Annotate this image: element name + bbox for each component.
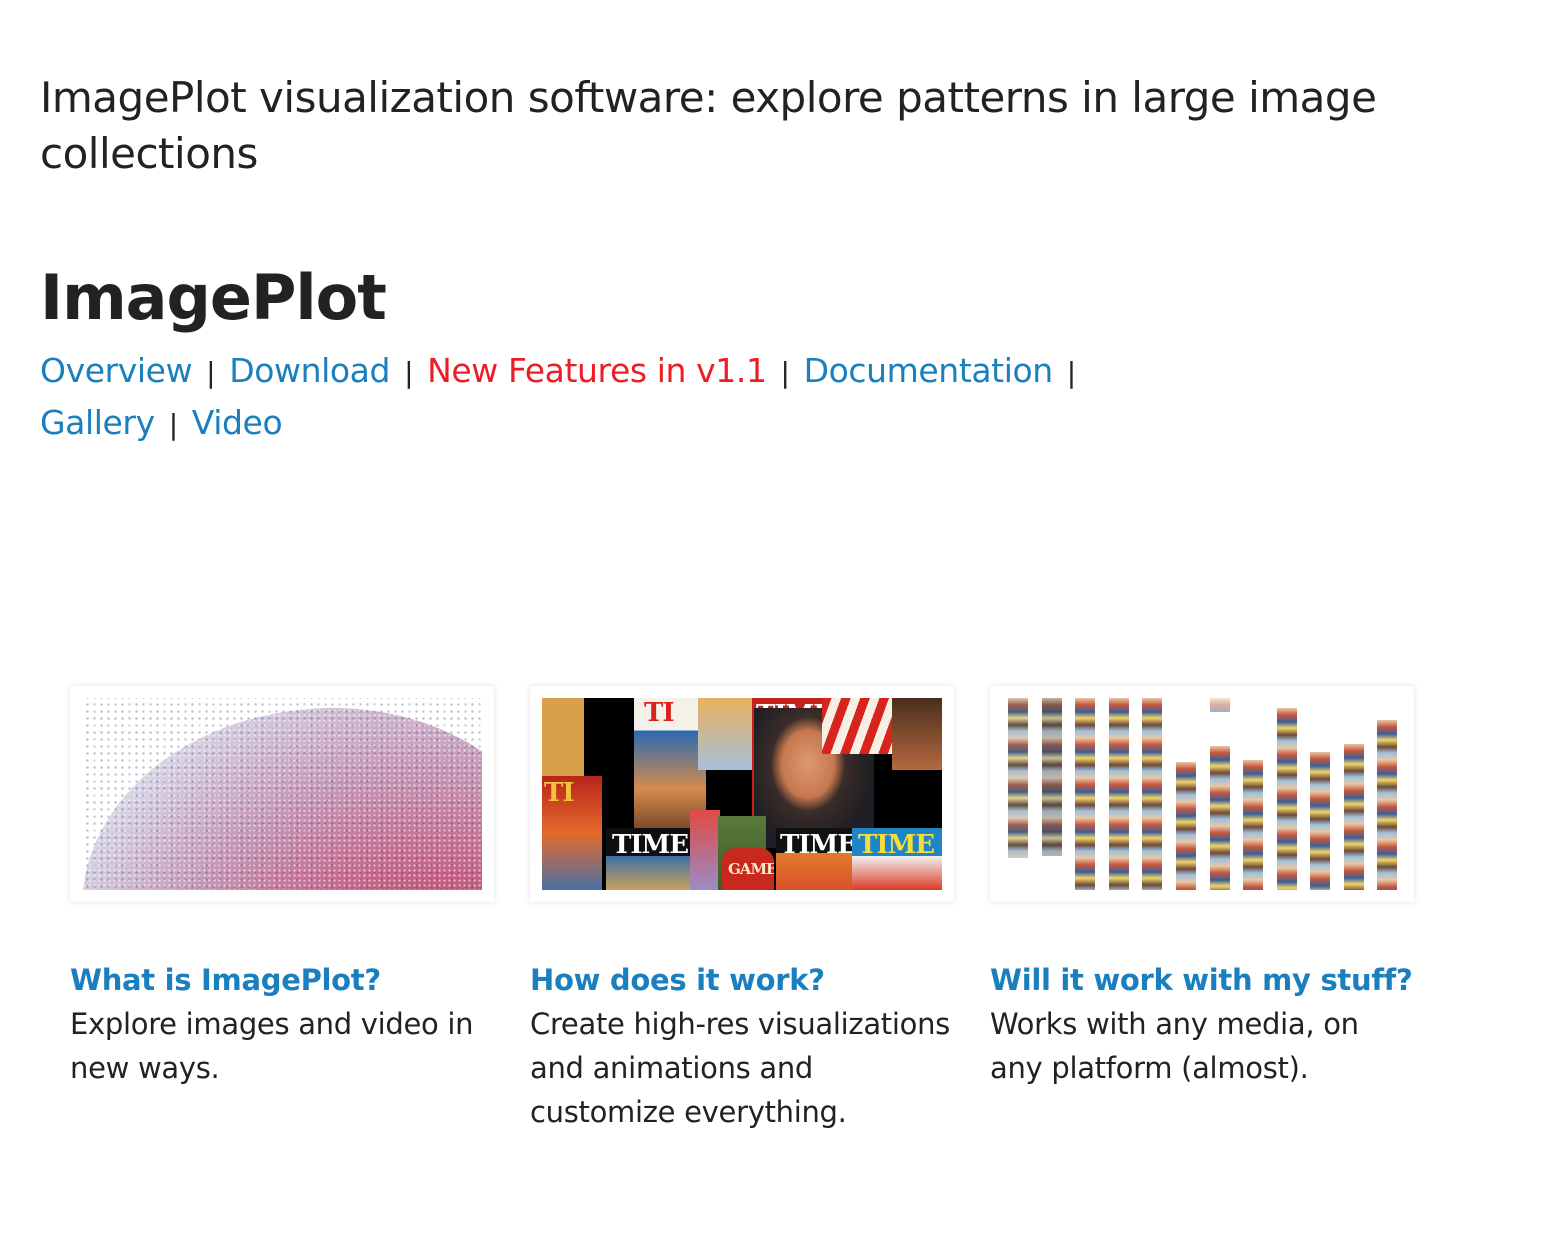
feature-card-how: TI TI TIME TIME GAME xyxy=(530,686,956,1134)
card-description: Explore images and video in new ways. xyxy=(70,1007,474,1085)
card-description: Works with any media, on any platform (a… xyxy=(990,1007,1359,1085)
cover-tile xyxy=(822,698,892,754)
cover-tile: TIME xyxy=(852,828,942,890)
cover-masthead: GAME xyxy=(728,860,774,878)
cover-masthead: TI xyxy=(644,698,674,728)
feature-card-will: Will it work with my stuff? Works with a… xyxy=(990,686,1416,1090)
image-column xyxy=(1310,752,1330,890)
app-title: ImagePlot xyxy=(40,261,387,334)
nav-link-new-features[interactable]: New Features in v1.1 xyxy=(427,351,767,390)
nav-link-video[interactable]: Video xyxy=(192,403,283,442)
nav-link-documentation[interactable]: Documentation xyxy=(804,351,1054,390)
image-column xyxy=(1008,698,1028,858)
cover-tile: TIME xyxy=(606,828,690,890)
image-columns-plot xyxy=(1002,698,1402,890)
cover-masthead: TI xyxy=(544,778,574,808)
covers-collage: TI TI TIME TIME GAME xyxy=(542,698,942,890)
cover-tile xyxy=(690,810,720,890)
cover-masthead: TIME xyxy=(612,830,689,860)
nav-separator: | xyxy=(168,408,178,441)
nav-links: Overview | Download | New Features in v1.1 | D… xyxy=(40,346,1140,450)
image-column xyxy=(1142,698,1162,890)
cover-masthead: TIME xyxy=(858,830,935,860)
cover-tile: TI xyxy=(542,776,602,890)
nav-link-gallery[interactable]: Gallery xyxy=(40,403,155,442)
nav-separator: | xyxy=(206,356,216,389)
image-column xyxy=(1277,708,1297,890)
image-column-fragment xyxy=(1210,698,1230,712)
card-title-link[interactable]: Will it work with my stuff? xyxy=(990,958,1416,1002)
image-column xyxy=(1210,746,1230,890)
page-heading: ImagePlot visualization software: explor… xyxy=(40,73,1377,178)
image-column xyxy=(1075,698,1095,890)
nav-separator: | xyxy=(404,356,414,389)
image-column xyxy=(1176,762,1196,890)
image-column xyxy=(1109,698,1129,890)
cover-tile: TI xyxy=(634,698,706,828)
feature-card-what: What is ImagePlot? Explore images and vi… xyxy=(70,686,496,1090)
card-title-link[interactable]: What is ImagePlot? xyxy=(70,958,496,1002)
card-title-link[interactable]: How does it work? xyxy=(530,958,956,1002)
nav-separator: | xyxy=(1066,356,1076,389)
scatter-noise-overlay xyxy=(82,698,482,890)
nav-link-overview[interactable]: Overview xyxy=(40,351,193,390)
cover-tile xyxy=(698,698,758,770)
image-column xyxy=(1042,698,1062,856)
image-column xyxy=(1243,760,1263,890)
cover-tile-game: GAME xyxy=(722,848,774,890)
cover-masthead: TIME xyxy=(780,830,852,860)
cover-tile xyxy=(892,698,942,770)
card-thumbnail-covers-montage[interactable]: TI TI TIME TIME GAME xyxy=(530,686,954,902)
cover-tile: TIME xyxy=(776,828,852,890)
nav-separator: | xyxy=(780,356,790,389)
card-thumbnail-scatter-cloud[interactable] xyxy=(70,686,494,902)
card-thumbnail-image-columns[interactable] xyxy=(990,686,1414,902)
image-column xyxy=(1377,720,1397,890)
card-description: Create high-res visualizations and anima… xyxy=(530,1007,950,1129)
image-column xyxy=(1344,744,1364,890)
nav-link-download[interactable]: Download xyxy=(229,351,390,390)
cover-tile xyxy=(542,698,584,776)
